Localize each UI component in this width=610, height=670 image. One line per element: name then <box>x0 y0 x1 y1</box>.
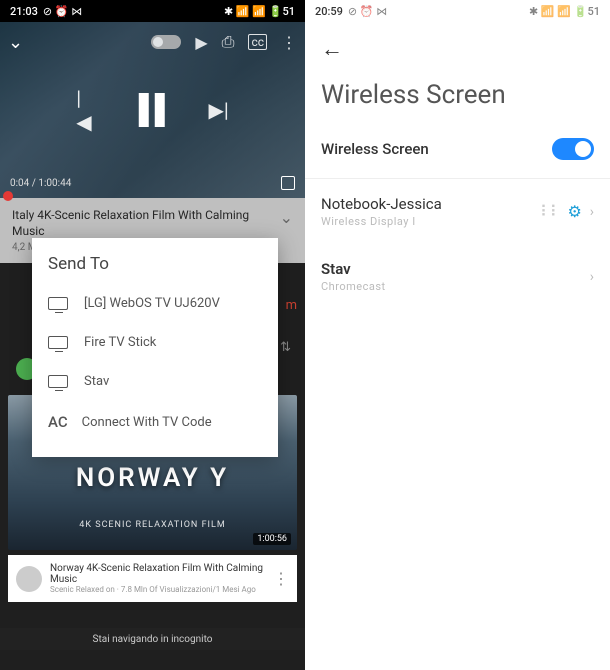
bars-icon: ⠇⠇ <box>540 202 559 221</box>
cast-label: Stav <box>84 374 109 389</box>
wireless-screen-toggle-row[interactable]: Wireless Screen <box>305 132 610 178</box>
play-circle-icon[interactable]: ▶ <box>195 33 207 52</box>
tv-icon <box>48 297 68 310</box>
tv-icon <box>48 375 68 388</box>
chevron-right-icon[interactable]: › <box>590 204 594 220</box>
modal-title: Send To <box>32 252 278 284</box>
toggle-switch-on[interactable] <box>552 138 594 160</box>
pause-button[interactable] <box>139 93 165 127</box>
device-stav[interactable]: Stav Chromecast › <box>305 244 610 309</box>
back-button[interactable]: ← <box>305 22 610 76</box>
cast-label: [LG] WebOS TV UJ620V <box>84 296 220 311</box>
cast-label: Fire TV Stick <box>84 335 156 350</box>
partial-text: m <box>286 298 297 313</box>
progress-time: 0:04 / 1:00:44 <box>10 178 71 189</box>
next-icon[interactable]: ▶| <box>208 98 228 122</box>
sort-icon: ⇅ <box>280 340 291 355</box>
connect-label: Connect With TV Code <box>82 415 212 430</box>
phone-right-settings: 20:59 ⊘ ⏰ ⋈ ✱ 📶 📶 🔋51 ← Wireless Screen … <box>305 0 610 670</box>
thumb-sub-text: 4K SCENIC RELAXATION FILM <box>79 520 225 530</box>
device-subtitle: Wireless Display I <box>321 215 540 228</box>
status-icons-left: ⊘ ⏰ ⋈ <box>43 5 82 18</box>
player-controls: |◀ ▶| <box>76 86 229 134</box>
status-icons-left: ⊘ ⏰ ⋈ <box>348 5 387 18</box>
cast-icon[interactable]: ⎙ <box>222 32 235 52</box>
toggle-label: Wireless Screen <box>321 140 429 158</box>
device-name: Stav <box>321 260 590 278</box>
page-title: Wireless Screen <box>305 76 610 132</box>
channel-avatar <box>16 566 42 592</box>
more-icon[interactable]: ⋮ <box>273 569 289 588</box>
connect-with-code[interactable]: AC Connect With TV Code <box>32 401 278 443</box>
fullscreen-icon[interactable] <box>281 176 295 190</box>
cast-target-firetv[interactable]: Fire TV Stick <box>32 323 278 362</box>
status-bar-left: 21:03 ⊘ ⏰ ⋈ ✱ 📶 📶 🔋51 <box>0 0 305 22</box>
suggested-meta: Scenic Relaxed on · 7.8 Mln Of Visualizz… <box>50 585 265 594</box>
red-indicator <box>3 191 13 201</box>
prev-icon[interactable]: |◀ <box>76 86 95 134</box>
code-icon: AC <box>48 413 68 431</box>
gear-icon[interactable]: ⚙ <box>567 202 581 221</box>
status-time: 20:59 <box>315 5 343 18</box>
device-name: Notebook-Jessica <box>321 195 540 213</box>
cast-target-lg[interactable]: [LG] WebOS TV UJ620V <box>32 284 278 323</box>
status-bar-right: 20:59 ⊘ ⏰ ⋈ ✱ 📶 📶 🔋51 <box>305 0 610 22</box>
status-time: 21:03 <box>10 5 38 18</box>
captions-icon[interactable]: cc <box>248 34 267 50</box>
chevron-right-icon[interactable]: › <box>590 269 594 285</box>
more-icon[interactable]: ⋮ <box>281 33 297 52</box>
autoplay-toggle[interactable] <box>151 35 181 49</box>
cast-target-stav[interactable]: Stav <box>32 362 278 401</box>
tv-icon <box>48 336 68 349</box>
incognito-bar: Stai navigando in incognito <box>0 628 305 650</box>
send-to-modal: Send To [LG] WebOS TV UJ620V Fire TV Sti… <box>32 238 278 457</box>
suggested-video-row[interactable]: Norway 4K-Scenic Relaxation Film With Ca… <box>8 555 297 602</box>
thumb-duration: 1:00:56 <box>253 533 291 545</box>
video-player[interactable]: ⌄ ▶ ⎙ cc ⋮ |◀ ▶| 0:04 / 1:00:44 <box>0 22 305 198</box>
device-subtitle: Chromecast <box>321 280 590 293</box>
player-top-bar: ⌄ ▶ ⎙ cc ⋮ <box>8 28 297 56</box>
phone-left-youtube: 21:03 ⊘ ⏰ ⋈ ✱ 📶 📶 🔋51 ⌄ ▶ ⎙ cc ⋮ |◀ ▶| 0… <box>0 0 305 670</box>
progress-bar-row: 0:04 / 1:00:44 <box>10 176 295 190</box>
suggested-title: Norway 4K-Scenic Relaxation Film With Ca… <box>50 563 265 585</box>
incognito-text: Stai navigando in incognito <box>93 634 213 645</box>
device-notebook-jessica[interactable]: Notebook-Jessica Wireless Display I ⠇⠇ ⚙… <box>305 179 610 244</box>
collapse-icon[interactable]: ⌄ <box>8 32 23 53</box>
thumb-overlay-text: NORWAY Y <box>76 463 229 493</box>
status-icons-right: ✱ 📶 📶 🔋51 <box>224 5 295 18</box>
status-icons-right: ✱ 📶 📶 🔋51 <box>529 5 600 18</box>
